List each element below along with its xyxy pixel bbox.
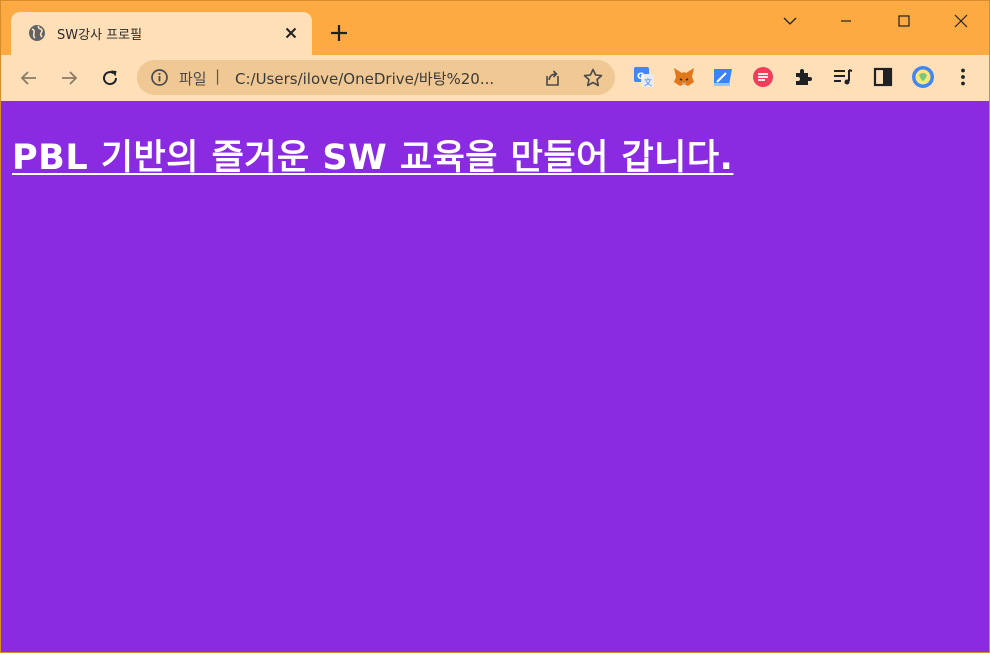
maximize-icon xyxy=(898,15,910,27)
svg-text:文: 文 xyxy=(644,77,652,87)
tab-title: SW강사 프로필 xyxy=(57,28,143,43)
share-icon[interactable] xyxy=(541,67,563,89)
side-panel-button[interactable] xyxy=(871,65,895,89)
puzzle-icon xyxy=(796,69,812,85)
close-icon xyxy=(954,14,968,28)
metamask-extension[interactable] xyxy=(672,65,696,89)
star-icon[interactable] xyxy=(582,67,604,89)
stripe-extension-icon xyxy=(753,67,773,87)
browser-toolbar: 파일 | C:/Users/ilove/OneDrive/바탕%20... G … xyxy=(1,55,989,101)
stripe-extension[interactable] xyxy=(751,65,775,89)
reload-button[interactable] xyxy=(95,63,125,93)
menu-button[interactable] xyxy=(951,65,975,89)
url-text[interactable]: C:/Users/ilove/OneDrive/바탕%20... xyxy=(235,68,525,89)
bookmark-extension-icon xyxy=(714,69,732,86)
address-bar[interactable]: 파일 | C:/Users/ilove/OneDrive/바탕%20... xyxy=(137,60,615,95)
side-panel-icon xyxy=(873,67,893,87)
tab-sw-profile[interactable]: SW강사 프로필 xyxy=(11,12,312,55)
media-queue-icon xyxy=(834,69,853,85)
close-window-button[interactable] xyxy=(938,1,984,41)
arrow-right-icon xyxy=(62,71,78,85)
close-icon[interactable] xyxy=(283,25,299,41)
back-button[interactable] xyxy=(14,63,44,93)
media-control-button[interactable] xyxy=(831,65,855,89)
info-icon[interactable] xyxy=(150,68,169,87)
profile-avatar-icon xyxy=(912,66,934,88)
tab-search-button[interactable] xyxy=(767,1,813,41)
kebab-menu-icon xyxy=(961,68,965,86)
bookmark-extension[interactable] xyxy=(711,65,735,89)
extensions-button[interactable] xyxy=(791,65,815,89)
minimize-button[interactable] xyxy=(823,1,869,41)
scheme-separator: | xyxy=(215,67,221,85)
new-tab-plus-icon[interactable] xyxy=(328,22,350,44)
scheme-label: 파일 xyxy=(179,70,207,88)
browser-window: SW강사 프로필 파일 | C:/Users/ilove/OneDrive/바탕… xyxy=(0,0,990,653)
arrow-left-icon xyxy=(20,71,36,85)
metamask-fox-icon xyxy=(674,68,694,86)
minimize-icon xyxy=(841,20,851,22)
profile-button[interactable] xyxy=(911,65,935,89)
globe-icon xyxy=(29,25,45,41)
tab-strip: SW강사 프로필 xyxy=(1,1,989,55)
translate-extension[interactable]: G 文 xyxy=(632,65,656,89)
page-content: PBL 기반의 즐거운 SW 교육을 만들어 갑니다. xyxy=(1,101,989,652)
maximize-button[interactable] xyxy=(881,1,927,41)
translate-icon: G 文 xyxy=(634,67,654,87)
chevron-down-icon xyxy=(783,17,797,25)
reload-icon xyxy=(103,70,118,86)
page-headline-link[interactable]: PBL 기반의 즐거운 SW 교육을 만들어 갑니다. xyxy=(12,129,733,180)
forward-button[interactable] xyxy=(54,63,84,93)
